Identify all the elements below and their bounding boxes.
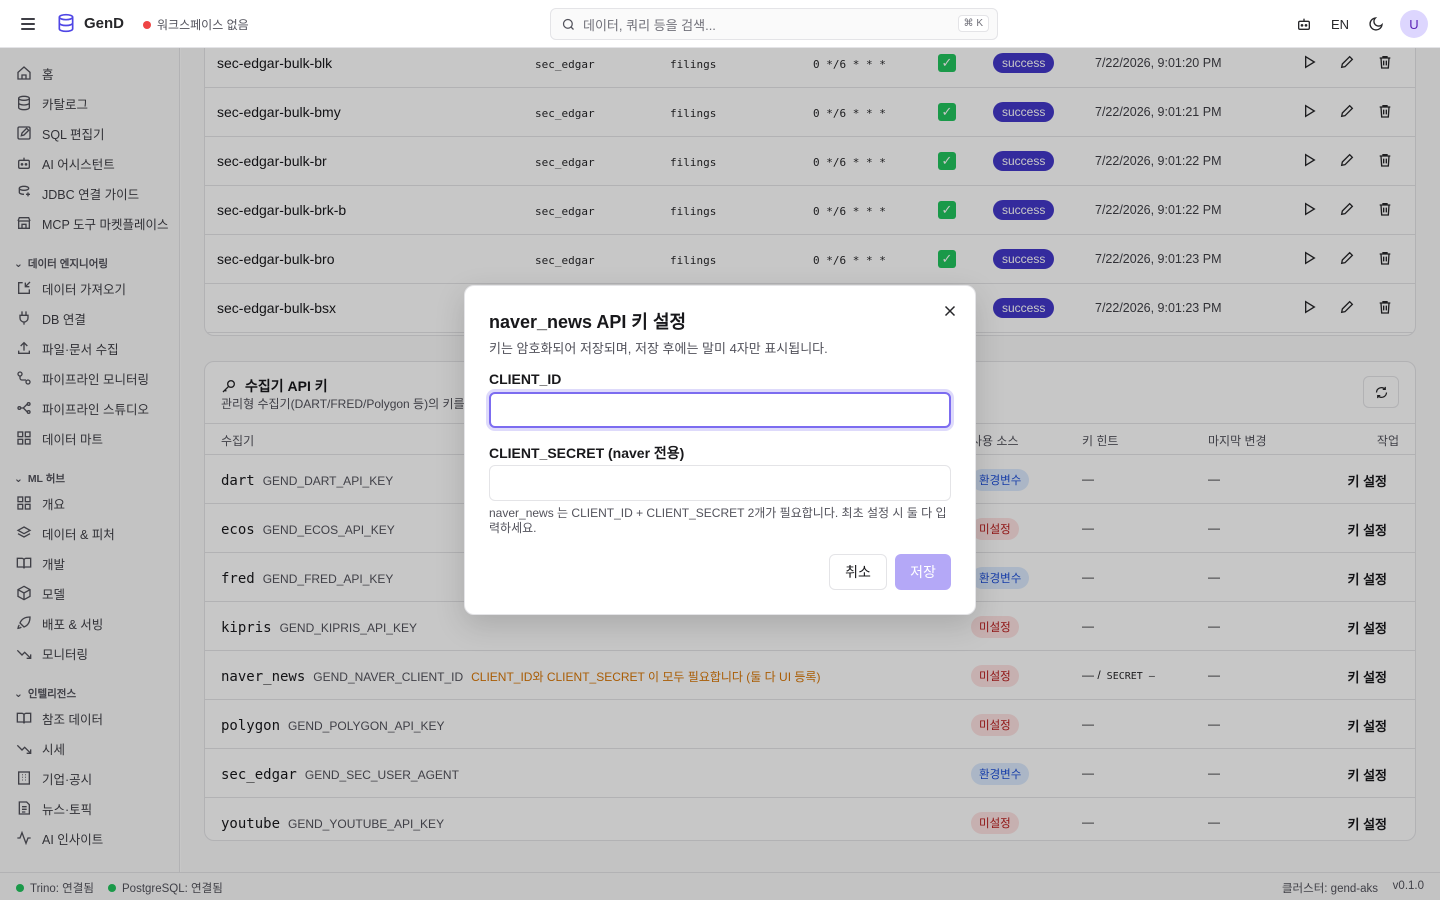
workspace-label: 워크스페이스 없음 [157, 18, 249, 32]
api-key-dialog: naver_news API 키 설정 키는 암호화되어 저장되며, 저장 후에… [464, 285, 976, 615]
client-id-input[interactable] [489, 392, 951, 428]
dialog-description: 키는 암호화되어 저장되며, 저장 후에는 말미 4자만 표시됩니다. [489, 341, 828, 356]
menu-icon[interactable] [18, 14, 38, 34]
close-button[interactable] [941, 302, 959, 320]
app-logo[interactable]: GenD [56, 13, 124, 33]
close-icon [944, 305, 956, 317]
save-button[interactable]: 저장 [895, 554, 951, 590]
client-secret-label: CLIENT_SECRET (naver 전용) [489, 445, 685, 461]
user-avatar[interactable]: U [1400, 10, 1428, 38]
language-button[interactable]: EN [1322, 6, 1358, 42]
client-id-label: CLIENT_ID [489, 371, 562, 387]
database-icon [58, 13, 74, 33]
search-bar[interactable]: 데이터, 쿼리 등을 검색... ⌘ K [550, 8, 998, 40]
workspace-status-dot [143, 20, 151, 29]
theme-toggle[interactable] [1358, 6, 1394, 42]
dialog-title: naver_news API 키 설정 [489, 312, 687, 332]
cancel-button[interactable]: 취소 [829, 554, 887, 590]
app-name: GenD [84, 14, 125, 32]
search-icon [562, 18, 574, 30]
assistant-button[interactable] [1286, 6, 1322, 42]
client-secret-input[interactable] [489, 465, 951, 501]
search-placeholder: 데이터, 쿼리 등을 검색... [583, 17, 716, 33]
top-header: GenD 워크스페이스 없음 데이터, 쿼리 등을 검색... ⌘ K EN U [0, 0, 1440, 48]
bot-icon [1298, 18, 1310, 30]
dialog-help-text: naver_news 는 CLIENT_ID + CLIENT_SECRET 2… [489, 506, 947, 535]
moon-icon [1369, 17, 1383, 31]
search-shortcut: ⌘ K [957, 15, 989, 32]
workspace-selector[interactable]: 워크스페이스 없음 [143, 16, 249, 33]
